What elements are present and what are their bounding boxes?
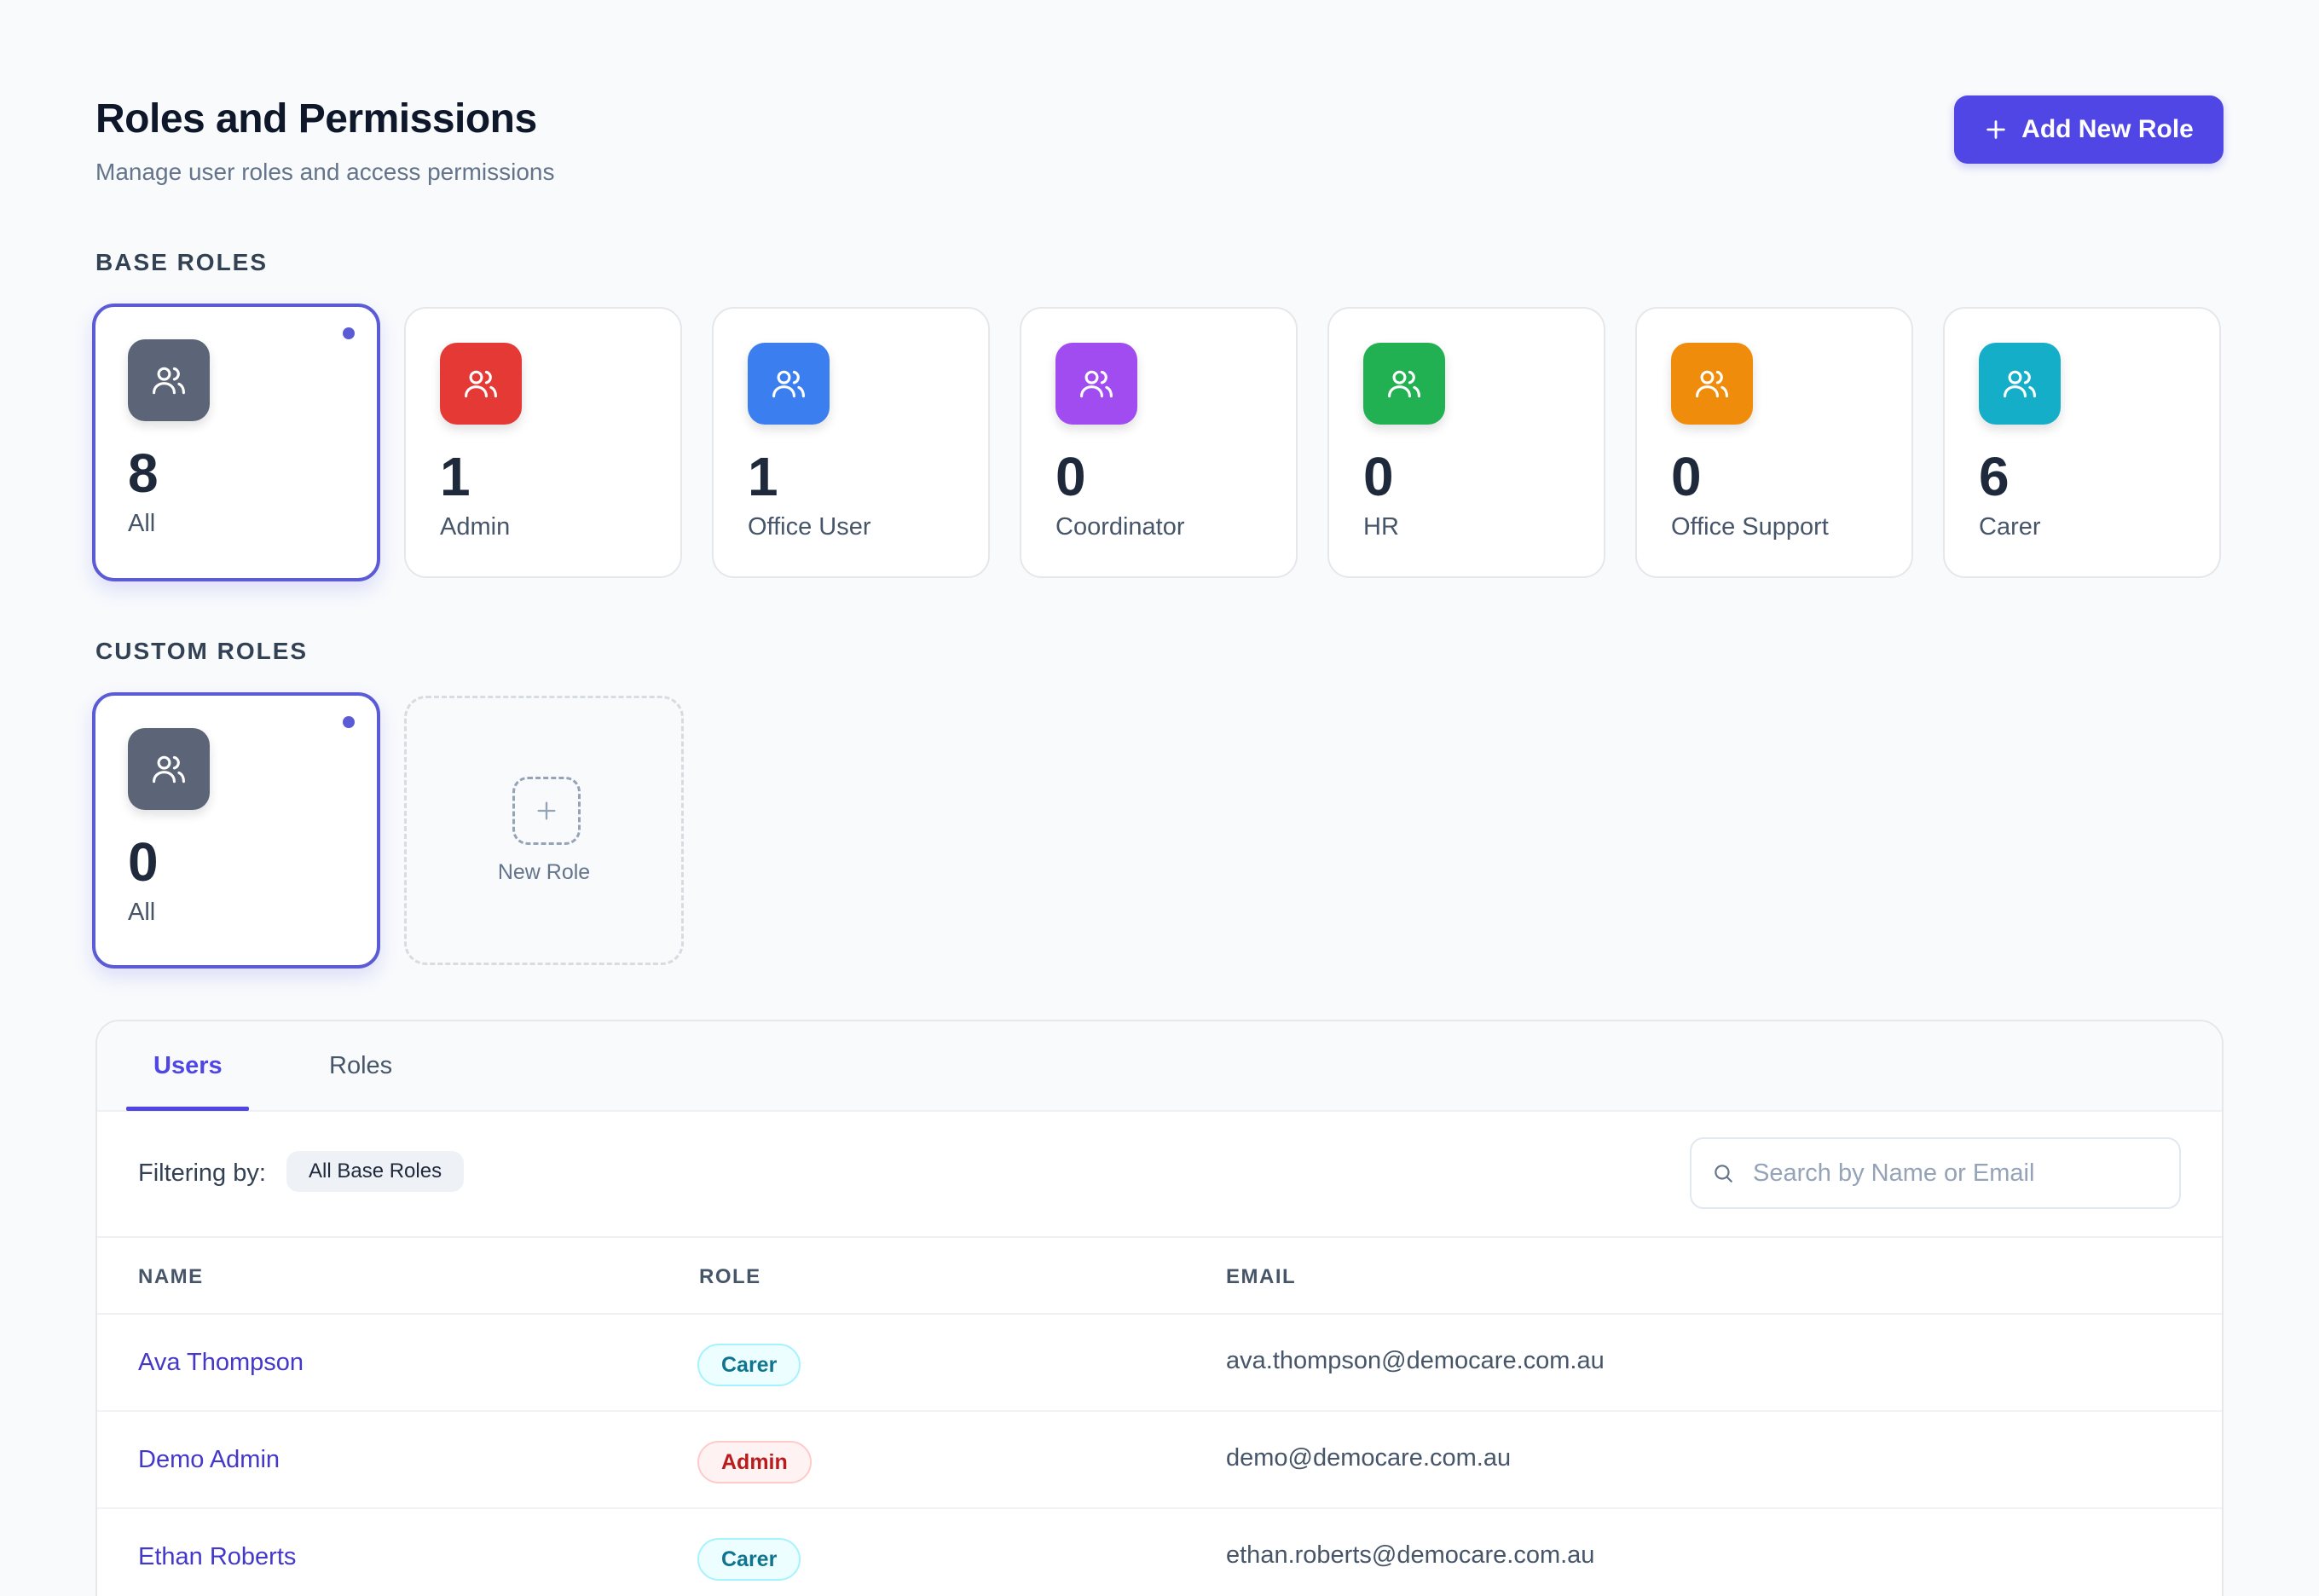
plus-icon: [512, 777, 581, 845]
role-label: Office Support: [1671, 513, 1829, 541]
search-box[interactable]: [1690, 1137, 2181, 1209]
role-count: 8: [128, 442, 159, 504]
column-header-name[interactable]: NAME: [138, 1265, 204, 1289]
role-label: Office User: [748, 513, 871, 541]
role-count: 0: [1055, 446, 1086, 507]
user-name-link[interactable]: Ethan Roberts: [138, 1543, 296, 1571]
table-header: NAME ROLE EMAIL: [97, 1238, 2222, 1315]
users-icon: [1363, 343, 1445, 425]
role-card-admin[interactable]: 1 Admin: [404, 307, 682, 578]
role-card-all[interactable]: 8 All: [92, 304, 380, 581]
page-title: Roles and Permissions: [95, 96, 537, 142]
role-label: Carer: [1979, 513, 2041, 541]
role-count: 1: [748, 446, 778, 507]
table-row[interactable]: Ethan Roberts Carer ethan.roberts@democa…: [97, 1509, 2222, 1596]
roles-permissions-page: Roles and Permissions Manage user roles …: [0, 0, 2319, 1596]
role-card-hr[interactable]: 0 HR: [1327, 307, 1605, 578]
role-badge: Admin: [697, 1441, 812, 1483]
filter-chip[interactable]: All Base Roles: [286, 1151, 465, 1192]
role-count: 6: [1979, 446, 2010, 507]
users-icon: [440, 343, 522, 425]
filter-label: Filtering by:: [138, 1159, 266, 1187]
plus-icon: [1984, 118, 2008, 142]
role-card-office-user[interactable]: 1 Office User: [712, 307, 990, 578]
role-label: Coordinator: [1055, 513, 1185, 541]
role-label: HR: [1363, 513, 1399, 541]
role-card-office-support[interactable]: 0 Office Support: [1635, 307, 1913, 578]
table-row[interactable]: Ava Thompson Carer ava.thompson@democare…: [97, 1315, 2222, 1412]
role-card-carer[interactable]: 6 Carer: [1943, 307, 2221, 578]
page-subtitle: Manage user roles and access permissions: [95, 159, 555, 185]
tab-users[interactable]: Users: [153, 1052, 223, 1080]
column-header-email[interactable]: EMAIL: [1226, 1265, 1296, 1289]
role-count: 1: [440, 446, 471, 507]
users-icon: [748, 343, 830, 425]
tab-bar: Users Roles: [97, 1021, 2222, 1112]
role-label: Admin: [440, 513, 511, 541]
table-row[interactable]: Demo Admin Admin demo@democare.com.au: [97, 1412, 2222, 1509]
add-new-role-label: Add New Role: [2021, 115, 2194, 143]
users-icon: [1979, 343, 2061, 425]
user-email: ava.thompson@democare.com.au: [1226, 1347, 1605, 1374]
user-name-link[interactable]: Ava Thompson: [138, 1349, 304, 1377]
user-email: ethan.roberts@democare.com.au: [1226, 1541, 1595, 1569]
user-email: demo@democare.com.au: [1226, 1444, 1512, 1472]
search-icon: [1712, 1162, 1734, 1184]
custom-role-card-all[interactable]: 0 All: [92, 692, 380, 969]
new-role-label: New Role: [497, 860, 591, 884]
role-label: All: [128, 899, 156, 926]
selected-indicator: [343, 327, 355, 339]
users-icon: [128, 728, 210, 810]
filter-row: Filtering by: All Base Roles: [97, 1112, 2222, 1238]
users-roles-panel: Users Roles Filtering by: All Base Roles…: [95, 1020, 2224, 1596]
add-new-role-button[interactable]: Add New Role: [1954, 95, 2224, 164]
role-count: 0: [128, 831, 159, 893]
role-badge: Carer: [697, 1538, 801, 1581]
role-label: All: [128, 510, 156, 537]
role-card-coordinator[interactable]: 0 Coordinator: [1020, 307, 1298, 578]
user-name-link[interactable]: Demo Admin: [138, 1446, 280, 1474]
role-badge: Carer: [697, 1344, 801, 1386]
tab-roles[interactable]: Roles: [329, 1052, 392, 1080]
new-role-card[interactable]: New Role: [404, 696, 684, 965]
selected-indicator: [343, 716, 355, 728]
search-input[interactable]: [1753, 1159, 2162, 1188]
users-icon: [1671, 343, 1753, 425]
role-count: 0: [1363, 446, 1394, 507]
column-header-role[interactable]: ROLE: [699, 1265, 761, 1289]
users-icon: [128, 339, 210, 421]
custom-roles-heading: CUSTOM ROLES: [95, 638, 309, 664]
role-count: 0: [1671, 446, 1702, 507]
users-icon: [1055, 343, 1137, 425]
active-tab-indicator: [126, 1107, 249, 1111]
base-roles-heading: BASE ROLES: [95, 249, 269, 275]
